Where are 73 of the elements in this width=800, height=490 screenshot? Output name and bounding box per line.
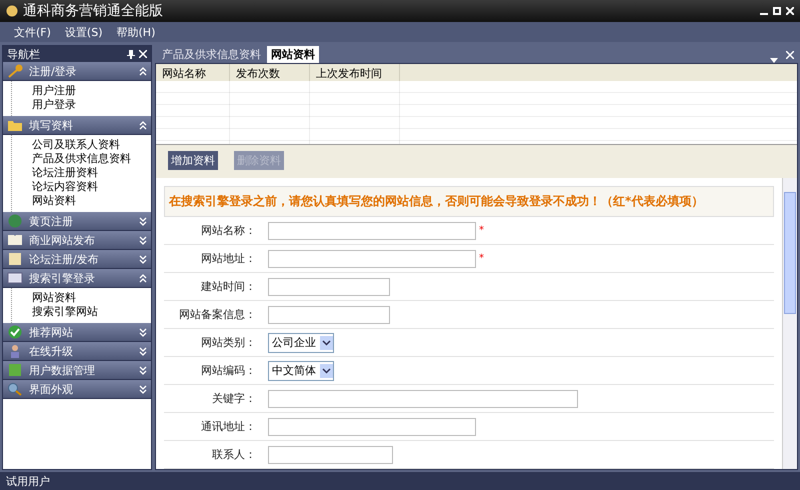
nav-group-header[interactable]: 填写资料 — [3, 116, 151, 135]
input-field[interactable] — [268, 222, 476, 240]
input-field[interactable] — [268, 418, 476, 436]
nav-group-header[interactable]: 论坛注册/发布 — [3, 250, 151, 269]
field-label: 联系人： — [211, 447, 257, 462]
nav-item[interactable]: 产品及供求信息资料 — [32, 152, 151, 166]
expand-icon — [139, 254, 147, 264]
input-field[interactable] — [268, 278, 390, 296]
field-label: 关键字： — [211, 391, 257, 406]
close-icon[interactable] — [786, 7, 794, 15]
action-button[interactable]: 增加资料 — [168, 150, 218, 170]
nav-item[interactable]: 论坛内容资料 — [32, 180, 151, 194]
caret-icon — [320, 364, 333, 378]
nav-group-header[interactable]: 在线升级 — [3, 342, 151, 361]
book-icon — [7, 233, 23, 247]
close-icon[interactable] — [139, 50, 147, 58]
input-field[interactable] — [268, 306, 390, 324]
nav-item[interactable]: 网站资料 — [32, 291, 151, 305]
nav-group-header[interactable]: 搜索引擎登录 — [3, 269, 151, 288]
field-label: 网站备案信息： — [178, 307, 257, 322]
input-field[interactable] — [268, 390, 578, 408]
maximize-icon[interactable] — [773, 7, 781, 15]
field-label: 网站编码： — [200, 363, 257, 378]
nav-item[interactable]: 用户注册 — [32, 84, 151, 98]
nav-group-header[interactable]: 商业网站发布 — [3, 231, 151, 250]
field-label: 网站地址： — [200, 251, 257, 266]
nav-item[interactable]: 论坛注册资料 — [32, 166, 151, 180]
input-field[interactable] — [268, 446, 393, 464]
nav-group-header[interactable]: 界面外观 — [3, 380, 151, 399]
tab[interactable]: 产品及供求信息资料 — [158, 46, 265, 63]
expand-icon — [139, 366, 147, 374]
nav-item[interactable]: 搜索引擎网站 — [32, 305, 151, 319]
caret-icon — [320, 336, 333, 350]
menu-item[interactable]: 帮助(H) — [116, 24, 156, 40]
collapse-icon — [139, 66, 147, 76]
field-label: 网站名称： — [200, 223, 257, 238]
nav-item[interactable]: 公司及联系人资料 — [32, 138, 151, 152]
required-mark: * — [479, 225, 484, 236]
panel-title: 导航栏 — [7, 46, 41, 62]
key-icon — [7, 64, 23, 78]
nav-group-header[interactable]: 用户数据管理 — [3, 361, 151, 380]
field-label: 通讯地址： — [200, 419, 257, 434]
dropdown[interactable]: 中文简体 — [268, 360, 334, 380]
collapse-icon — [139, 274, 147, 282]
magnifier-icon — [7, 382, 23, 396]
collapse-icon — [139, 120, 147, 130]
expand-icon — [139, 384, 147, 394]
tab[interactable]: 网站资料 — [267, 46, 319, 63]
scrollbar[interactable] — [782, 178, 797, 469]
menu-item[interactable]: 设置(S) — [64, 24, 102, 40]
status-text: 试用用户 — [6, 474, 50, 488]
expand-icon — [139, 346, 147, 356]
expand-icon — [139, 216, 147, 226]
nav-item[interactable]: 用户登录 — [32, 98, 151, 112]
nav-item[interactable]: 网站资料 — [32, 194, 151, 208]
notice-text: 在搜索引擎登录之前，请您认真填写您的网站信息，否则可能会导致登录不成功！（红*代表必填项） — [164, 186, 774, 217]
window-title: 通科商务营销通全能版 — [23, 2, 164, 20]
nav-group-header[interactable]: 注册/登录 — [3, 62, 151, 81]
window-icon — [7, 271, 23, 285]
field-label: 网站类别： — [200, 335, 257, 350]
input-field[interactable] — [268, 250, 476, 268]
field-label: 建站时间： — [200, 279, 257, 294]
menu-item[interactable]: 文件(F) — [14, 24, 51, 40]
required-mark: * — [479, 253, 484, 264]
nav-group-header[interactable]: 黄页注册 — [3, 212, 151, 231]
expand-icon — [139, 236, 147, 244]
nav-group-header[interactable]: 推荐网站 — [3, 323, 151, 342]
dropdown[interactable]: 公司企业 — [268, 332, 334, 352]
expand-icon — [139, 328, 147, 336]
folder-icon — [7, 118, 23, 132]
pin-icon[interactable] — [127, 50, 135, 58]
app-logo-icon — [6, 5, 18, 17]
check-icon — [7, 325, 23, 339]
